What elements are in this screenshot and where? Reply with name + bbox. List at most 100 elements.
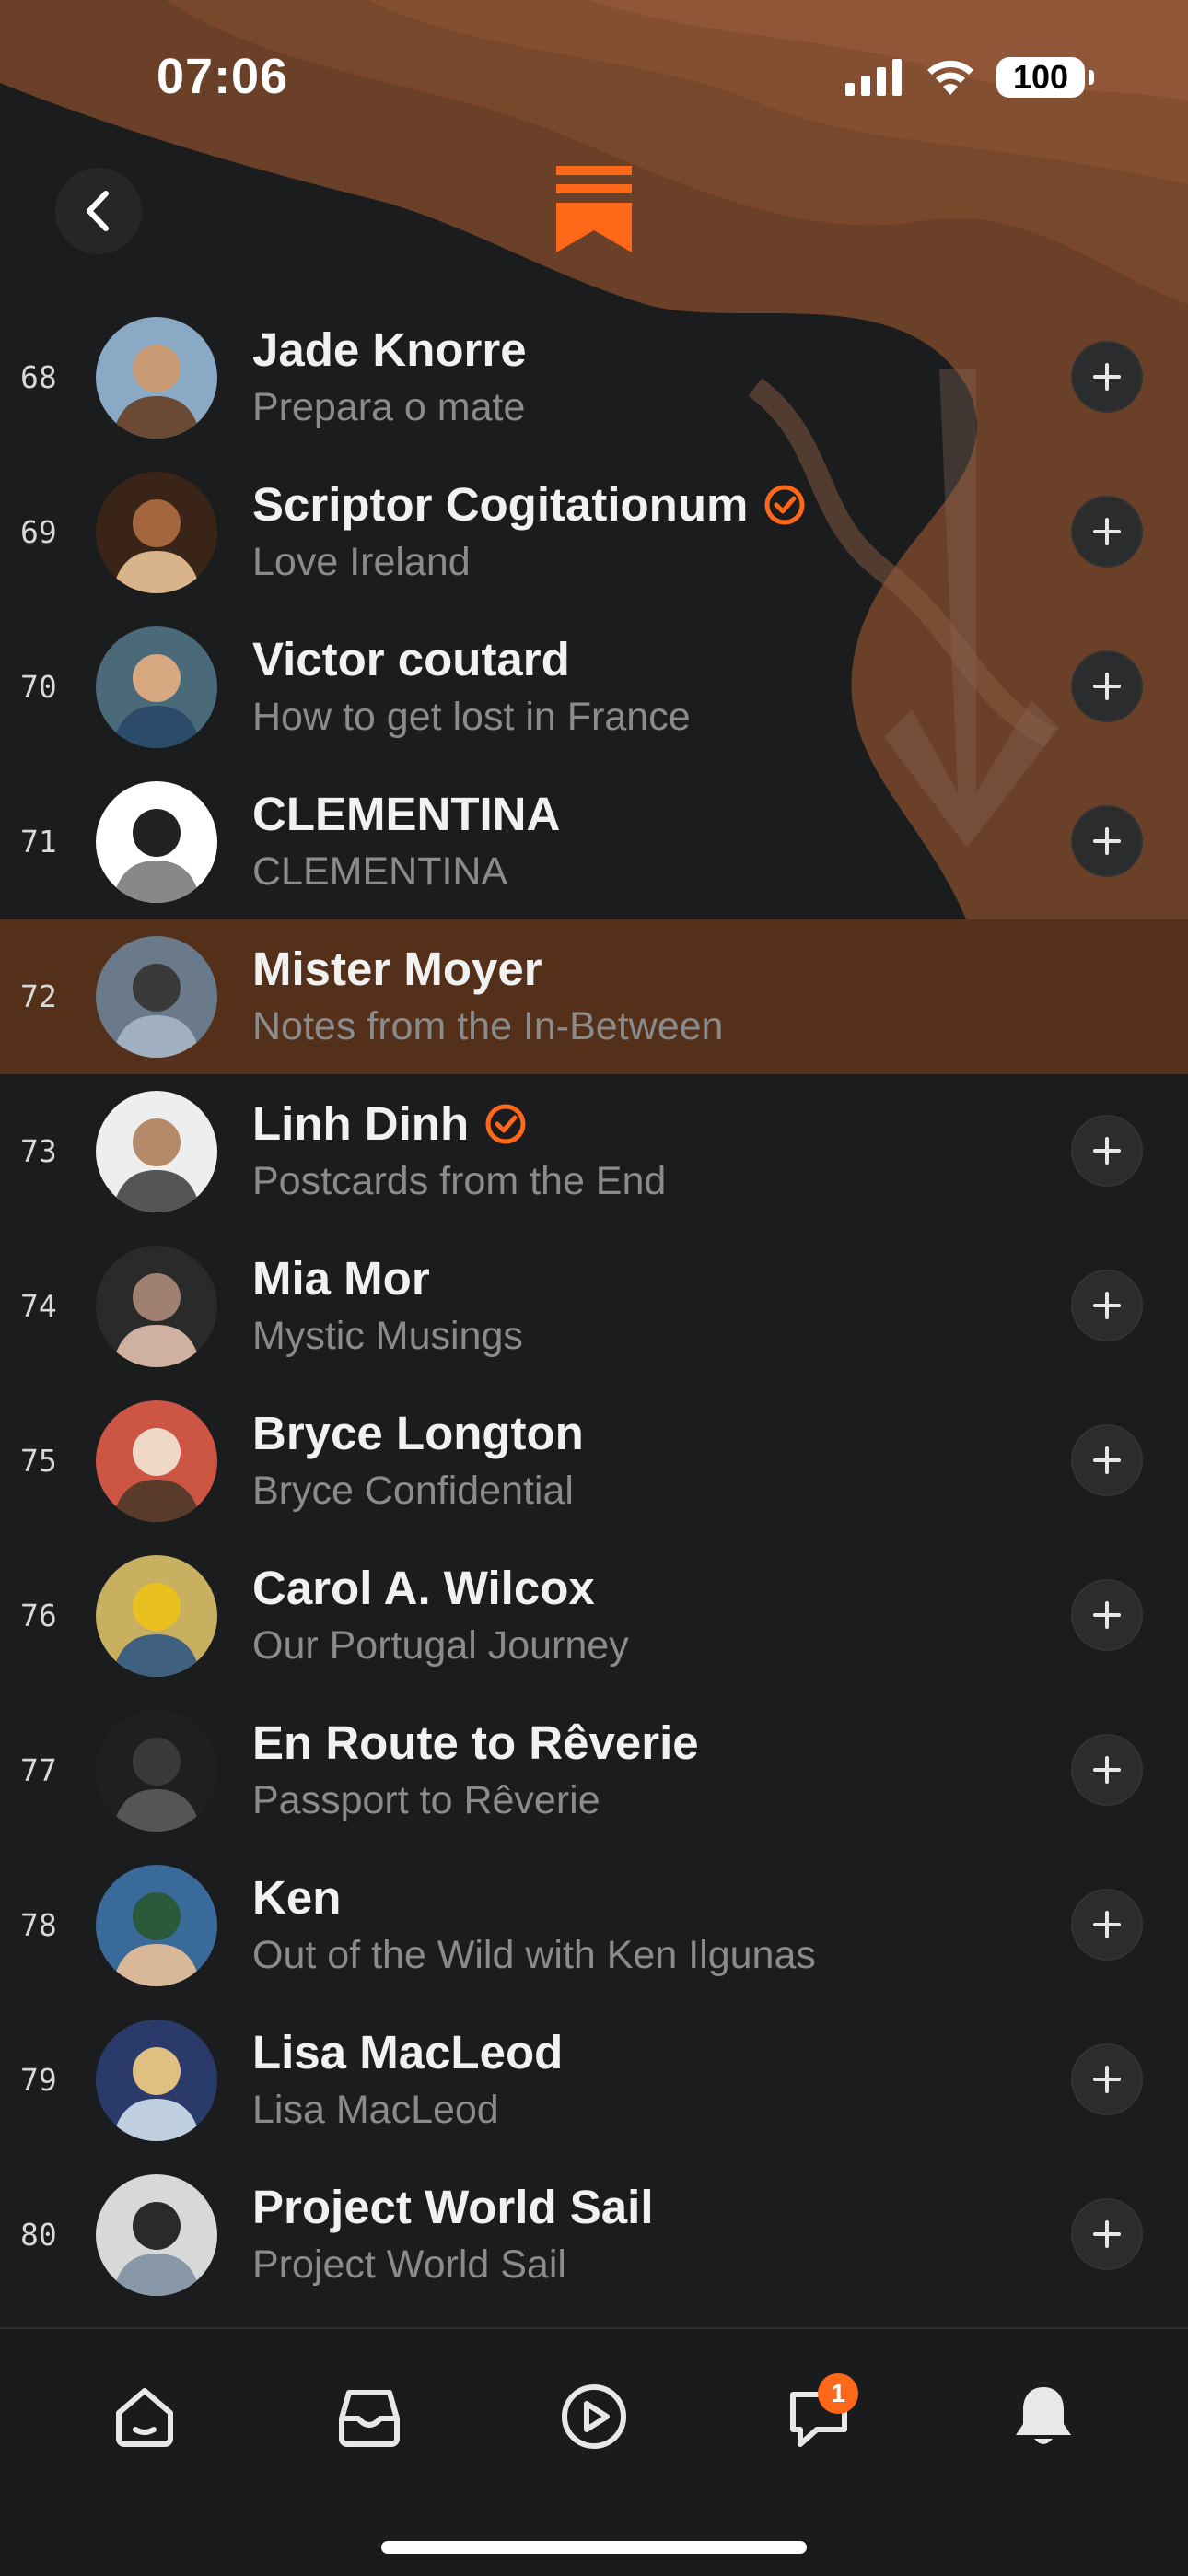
tab-home[interactable] — [94, 2366, 195, 2467]
rank-number: 79 — [20, 2062, 57, 2098]
publication-subtitle: Lisa MacLeod — [252, 2088, 499, 2132]
avatar[interactable] — [96, 472, 217, 593]
tab-play[interactable] — [543, 2366, 645, 2467]
list-item[interactable]: 70 Victor coutard How to get lost in Franc… — [0, 610, 1188, 765]
plus-icon — [1093, 2220, 1121, 2248]
status-bar: 07:06 100 — [0, 0, 1188, 166]
avatar[interactable] — [96, 317, 217, 439]
publication-name: Bryce Longton — [252, 1406, 584, 1460]
subscribe-button[interactable] — [1071, 805, 1143, 877]
rank-number: 70 — [20, 669, 57, 705]
subscribe-button[interactable] — [1071, 1734, 1143, 1806]
publication-subtitle: Bryce Confidential — [252, 1469, 574, 1513]
publication-name: Mia Mor — [252, 1251, 430, 1306]
list-item[interactable]: 77 En Route to Rêverie Passport to Rêverie — [0, 1693, 1188, 1848]
play-icon — [562, 2384, 626, 2449]
publication-name-text: En Route to Rêverie — [252, 1716, 699, 1769]
publication-subtitle: Project World Sail — [252, 2242, 566, 2287]
subscribe-button[interactable] — [1071, 1115, 1143, 1187]
publication-name-text: Mister Moyer — [252, 943, 542, 995]
tab-inbox[interactable] — [319, 2366, 420, 2467]
publication-name: Mister Moyer — [252, 942, 542, 996]
avatar[interactable] — [96, 626, 217, 748]
plus-icon — [1093, 1446, 1121, 1474]
battery-level: 100 — [1012, 58, 1069, 96]
publication-subtitle: Passport to Rêverie — [252, 1778, 600, 1822]
subscribe-button[interactable] — [1071, 1579, 1143, 1651]
publication-name-text: Carol A. Wilcox — [252, 1562, 595, 1614]
avatar[interactable] — [96, 1555, 217, 1677]
tab-notifications[interactable] — [993, 2366, 1094, 2467]
publication-name-text: Mia Mor — [252, 1252, 430, 1305]
publication-name: Carol A. Wilcox — [252, 1561, 595, 1615]
subscribe-button[interactable] — [1071, 2198, 1143, 2270]
rank-number: 72 — [20, 978, 57, 1014]
avatar[interactable] — [96, 1246, 217, 1367]
publication-name: Scriptor Cogitationum — [252, 477, 807, 532]
publication-name: Jade Knorre — [252, 322, 527, 377]
list-item[interactable]: 80 Project World Sail Project World Sail — [0, 2158, 1188, 2313]
publication-subtitle: Love Ireland — [252, 540, 471, 584]
avatar[interactable] — [96, 1865, 217, 1986]
battery-indicator: 100 — [996, 57, 1094, 98]
list-item[interactable]: 69 Scriptor Cogitationum Love Ireland — [0, 455, 1188, 610]
publication-name-text: Project World Sail — [252, 2181, 654, 2233]
verified-check-icon — [764, 485, 805, 524]
plus-icon — [1093, 2066, 1121, 2093]
plus-icon — [1093, 1137, 1121, 1165]
list-item[interactable]: 75 Bryce Longton Bryce Confidential — [0, 1384, 1188, 1539]
tab-bar: 1 — [0, 2327, 1188, 2576]
subscribe-button[interactable] — [1071, 1889, 1143, 1961]
list-item[interactable]: 71 CLEMENTINA CLEMENTINA — [0, 765, 1188, 919]
publication-name-text: Ken — [252, 1871, 342, 1924]
list-item[interactable]: 76 Carol A. Wilcox Our Portugal Journey — [0, 1539, 1188, 1693]
subscribe-button[interactable] — [1071, 1424, 1143, 1496]
avatar[interactable] — [96, 1091, 217, 1212]
avatar[interactable] — [96, 1400, 217, 1522]
substack-logo — [556, 166, 632, 252]
publication-list: 68 Jade Knorre Prepara o mate 69 Scriptor Co… — [0, 300, 1188, 2313]
bell-icon — [1016, 2387, 1071, 2444]
rank-number: 80 — [20, 2217, 57, 2253]
plus-icon — [1093, 1756, 1121, 1784]
chevron-left-icon — [87, 191, 109, 231]
back-button[interactable] — [55, 168, 142, 254]
list-item[interactable]: 73 Linh Dinh Postcards from the End — [0, 1074, 1188, 1229]
status-time: 07:06 — [157, 49, 289, 104]
signal-icon — [845, 59, 902, 96]
list-item[interactable]: 68 Jade Knorre Prepara o mate — [0, 300, 1188, 455]
publication-subtitle: Prepara o mate — [252, 385, 526, 429]
publication-name: Linh Dinh — [252, 1096, 528, 1151]
rank-number: 69 — [20, 514, 57, 550]
subscribe-button[interactable] — [1071, 650, 1143, 722]
avatar[interactable] — [96, 1710, 217, 1832]
rank-number: 78 — [20, 1907, 57, 1943]
rank-number: 68 — [20, 359, 57, 395]
tab-chat[interactable]: 1 — [768, 2366, 869, 2467]
publication-subtitle: Mystic Musings — [252, 1314, 523, 1358]
list-item[interactable]: 74 Mia Mor Mystic Musings — [0, 1229, 1188, 1384]
avatar[interactable] — [96, 2020, 217, 2141]
publication-name: Lisa MacLeod — [252, 2025, 563, 2079]
publication-name: Project World Sail — [252, 2180, 654, 2234]
list-item[interactable]: 78 Ken Out of the Wild with Ken Ilgunas — [0, 1848, 1188, 2003]
rank-number: 74 — [20, 1288, 57, 1324]
subscribe-button[interactable] — [1071, 2043, 1143, 2115]
publication-name: Ken — [252, 1870, 341, 1925]
publication-subtitle: Notes from the In-Between — [252, 1004, 724, 1048]
publication-name-text: CLEMENTINA — [252, 788, 561, 840]
avatar[interactable] — [96, 2174, 217, 2296]
subscribe-button[interactable] — [1071, 496, 1143, 568]
publication-subtitle: CLEMENTINA — [252, 849, 508, 894]
list-item[interactable]: 79 Lisa MacLeod Lisa MacLeod — [0, 2003, 1188, 2158]
list-item[interactable]: 72 Mister Moyer Notes from the In-Between — [0, 919, 1188, 1074]
publication-name-text: Linh Dinh — [252, 1097, 470, 1150]
subscribe-button[interactable] — [1071, 1270, 1143, 1341]
rank-number: 77 — [20, 1752, 57, 1788]
rank-number: 75 — [20, 1443, 57, 1479]
avatar[interactable] — [96, 936, 217, 1058]
plus-icon — [1093, 518, 1121, 545]
avatar[interactable] — [96, 781, 217, 903]
plus-icon — [1093, 1601, 1121, 1629]
subscribe-button[interactable] — [1071, 341, 1143, 413]
